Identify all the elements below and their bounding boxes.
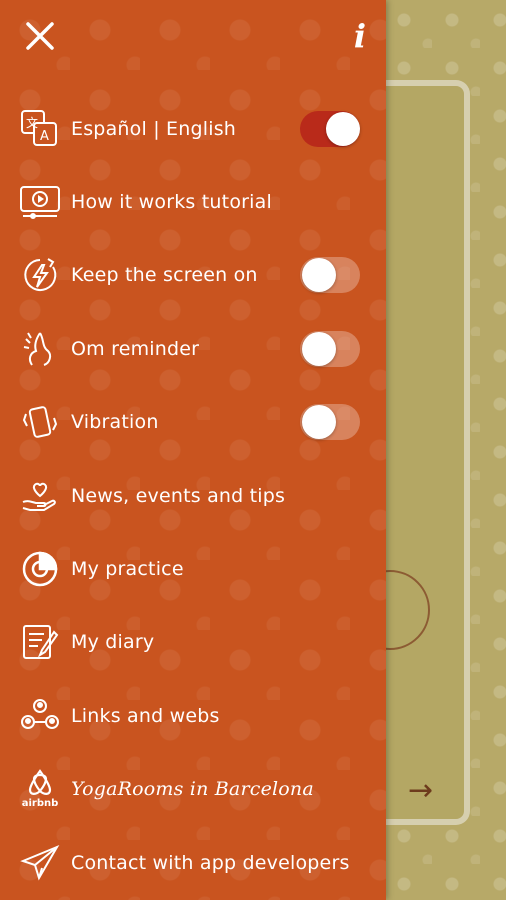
vibration-icon [18,400,62,444]
menu-item-om-reminder[interactable]: Om reminder [0,312,386,385]
toggle-knob [326,111,360,146]
menu-item-label: My diary [71,631,155,654]
svg-text:文: 文 [26,115,38,130]
menu-item-my-practice[interactable]: My practice [0,532,386,605]
toggle-knob [302,405,336,440]
menu-item-keep-screen-on[interactable]: Keep the screen on [0,239,386,312]
menu-item-links[interactable]: Links and webs [0,679,386,752]
close-icon [26,22,54,50]
toggle-knob [302,331,336,366]
airbnb-icon: airbnb [18,767,62,811]
paper-plane-icon [18,841,62,885]
menu-item-label: Om reminder [71,337,200,360]
menu-item-tutorial[interactable]: How it works tutorial [0,165,386,238]
next-arrow[interactable]: → [408,773,433,808]
toggle-knob [302,258,336,293]
vibration-toggle[interactable] [300,404,360,441]
menu-item-label: News, events and tips [71,484,286,507]
menu-item-label: YogaRooms in Barcelona [71,778,314,801]
menu-item-label: Contact with app developers [71,851,350,874]
menu-item-label: Español | English [71,117,237,140]
screen-on-icon [18,253,62,297]
airbnb-wordmark: airbnb [21,798,59,810]
video-tutorial-icon [18,180,62,224]
keep-screen-on-toggle[interactable] [300,257,360,294]
menu-item-label: Keep the screen on [71,264,258,287]
menu-item-yogarooms[interactable]: airbnb YogaRooms in Barcelona [0,753,386,826]
practice-chart-icon [18,547,62,591]
close-button[interactable] [20,16,60,56]
menu-item-contact[interactable]: Contact with app developers [0,826,386,899]
menu-item-label: How it works tutorial [71,191,272,214]
drawer-menu: 文 A Español | English How it works tutor… [0,92,386,899]
om-reminder-toggle[interactable] [300,330,360,367]
language-toggle[interactable] [300,110,360,147]
links-icon [18,694,62,738]
info-icon: i [353,17,367,55]
menu-item-label: Links and webs [71,704,220,727]
om-reminder-icon [18,327,62,371]
translate-icon: 文 A [18,107,62,151]
navigation-drawer: i 文 A Español | English How it works tut… [0,0,386,900]
heart-hand-icon [18,474,62,518]
menu-item-language[interactable]: 文 A Español | English [0,92,386,165]
menu-item-news[interactable]: News, events and tips [0,459,386,532]
menu-item-vibration[interactable]: Vibration [0,386,386,459]
diary-icon [18,620,62,664]
menu-item-label: My practice [71,558,184,581]
svg-text:A: A [40,129,49,144]
info-button[interactable]: i [344,16,376,56]
menu-item-label: Vibration [71,411,159,434]
menu-item-my-diary[interactable]: My diary [0,606,386,679]
